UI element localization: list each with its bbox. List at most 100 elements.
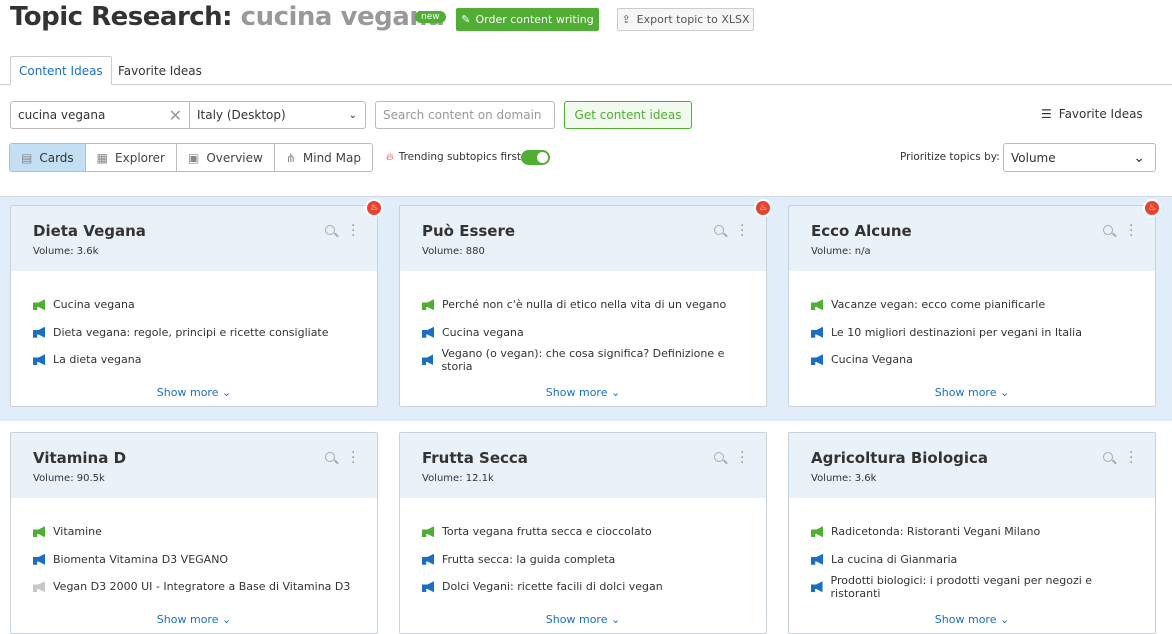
more-options-icon[interactable]: · · · xyxy=(1129,446,1133,470)
card-volume: Volume: n/a xyxy=(811,246,871,257)
view-switcher: ▤ Cards ▦ Explorer ▣ Overview ⋔ Mind Map xyxy=(9,143,373,172)
show-more-link[interactable]: Show more ⌄ xyxy=(400,613,766,633)
list-item[interactable]: Perché non c'è nulla di etico nella vita… xyxy=(422,291,744,319)
favorite-ideas-link[interactable]: ☰ Favorite Ideas xyxy=(1041,107,1143,121)
tab-favorite-ideas[interactable]: Favorite Ideas xyxy=(110,56,210,85)
order-content-writing-button[interactable]: ✎ Order content writing xyxy=(456,8,599,31)
prioritize-label: Prioritize topics by: xyxy=(900,151,1000,163)
chevron-down-icon: ⌄ xyxy=(610,612,621,626)
topic-card[interactable]: Frutta Secca Volume: 12.1k · · · Torta veg… xyxy=(399,432,767,634)
chevron-down-icon: ⌄ xyxy=(1133,149,1145,166)
list-icon: ☰ xyxy=(1041,107,1052,121)
topic-card[interactable]: Agricoltura Biologica Volume: 3.6k · · · R… xyxy=(788,432,1156,634)
search-icon[interactable] xyxy=(325,225,335,235)
megaphone-icon xyxy=(33,354,45,366)
megaphone-icon xyxy=(811,354,823,366)
search-icon[interactable] xyxy=(325,452,335,462)
more-options-icon[interactable]: · · · xyxy=(1129,219,1133,243)
list-item[interactable]: Vacanze vegan: ecco come pianificarle xyxy=(811,291,1133,319)
topic-card[interactable]: Ecco Alcune Volume: n/a · · · Vacanze vega… xyxy=(788,205,1156,407)
list-item[interactable]: Radicetonda: Ristoranti Vegani Milano xyxy=(811,518,1133,546)
clear-icon[interactable]: ✕ xyxy=(169,106,182,125)
card-volume: Volume: 880 xyxy=(422,246,485,257)
megaphone-icon xyxy=(422,581,434,593)
trending-label: Trending subtopics first xyxy=(398,151,522,163)
chevron-down-icon: ⌄ xyxy=(610,385,621,399)
list-item[interactable]: Prodotti biologici: i prodotti vegani pe… xyxy=(811,573,1133,601)
view-overview[interactable]: ▣ Overview xyxy=(177,144,275,171)
tab-content-ideas[interactable]: Content Ideas xyxy=(10,56,112,85)
list-item[interactable]: Vitamine xyxy=(33,518,355,546)
export-xlsx-button[interactable]: ⇪ Export topic to XLSX xyxy=(617,8,754,31)
get-content-ideas-button[interactable]: Get content ideas xyxy=(564,101,692,129)
list-item[interactable]: Dieta vegana: regole, principi e ricette… xyxy=(33,319,355,347)
chevron-down-icon: ⌄ xyxy=(999,385,1010,399)
show-more-link[interactable]: Show more ⌄ xyxy=(11,613,377,633)
fire-icon: 🔥︎ xyxy=(386,151,394,163)
list-item[interactable]: Cucina vegana xyxy=(33,291,355,319)
keyword: cucina vegana xyxy=(240,2,445,32)
list-item[interactable]: Torta vegana frutta secca e cioccolato xyxy=(422,518,744,546)
list-item[interactable]: Frutta secca: la guida completa xyxy=(422,546,744,574)
list-item[interactable]: Cucina vegana xyxy=(422,319,744,347)
card-title: Può Essere xyxy=(422,222,516,240)
megaphone-icon xyxy=(422,326,434,338)
show-more-link[interactable]: Show more ⌄ xyxy=(400,386,766,406)
card-title: Agricoltura Biologica xyxy=(811,449,989,467)
megaphone-icon xyxy=(811,299,823,311)
topic-card[interactable]: Dieta Vegana Volume: 3.6k · · · Cucina veg… xyxy=(10,205,378,407)
chevron-down-icon: ⌄ xyxy=(999,612,1010,626)
more-options-icon[interactable]: · · · xyxy=(351,219,355,243)
edit-icon: ✎ xyxy=(461,13,471,26)
list-item[interactable]: La cucina di Gianmaria xyxy=(811,546,1133,574)
more-options-icon[interactable]: · · · xyxy=(740,219,744,243)
list-item[interactable]: Vegano (o vegan): che cosa significa? De… xyxy=(422,346,744,374)
list-item[interactable]: La dieta vegana xyxy=(33,346,355,374)
megaphone-icon xyxy=(422,354,434,366)
view-cards[interactable]: ▤ Cards xyxy=(10,144,86,171)
new-badge: new xyxy=(415,11,446,23)
list-item[interactable]: Biomenta Vitamina D3 VEGANO xyxy=(33,546,355,574)
view-mind-map[interactable]: ⋔ Mind Map xyxy=(275,144,372,171)
megaphone-icon xyxy=(33,326,45,338)
list-item[interactable]: Le 10 migliori destinazioni per vegani i… xyxy=(811,319,1133,347)
card-title: Vitamina D xyxy=(33,449,127,467)
mindmap-icon: ⋔ xyxy=(285,150,296,165)
overview-icon: ▣ xyxy=(187,150,200,165)
megaphone-icon xyxy=(422,553,434,565)
megaphone-icon xyxy=(811,553,823,565)
topic-card[interactable]: Vitamina D Volume: 90.5k · · · Vitamine Bio… xyxy=(10,432,378,634)
list-item[interactable]: Cucina Vegana xyxy=(811,346,1133,374)
search-icon[interactable] xyxy=(1103,452,1113,462)
search-icon[interactable] xyxy=(714,452,724,462)
trending-toggle[interactable] xyxy=(521,150,550,165)
more-options-icon[interactable]: · · · xyxy=(740,446,744,470)
keyword-input[interactable]: cucina vegana ✕ xyxy=(10,101,190,129)
trending-fire-icon: ♨ xyxy=(1143,199,1161,217)
more-options-icon[interactable]: · · · xyxy=(351,446,355,470)
card-volume: Volume: 12.1k xyxy=(422,473,494,484)
show-more-link[interactable]: Show more ⌄ xyxy=(789,386,1155,406)
card-volume: Volume: 3.6k xyxy=(811,473,877,484)
prioritize-select[interactable]: Volume ⌄ xyxy=(1003,143,1156,172)
domain-search-input[interactable]: Search content on domain xyxy=(375,101,555,129)
search-icon[interactable] xyxy=(714,225,724,235)
card-title: Frutta Secca xyxy=(422,449,528,467)
chevron-down-icon: ⌄ xyxy=(221,385,232,399)
card-title: Dieta Vegana xyxy=(33,222,146,240)
megaphone-icon xyxy=(422,299,434,311)
page-title: Topic Research: cucina vegana xyxy=(10,2,445,32)
chevron-down-icon: ⌄ xyxy=(221,612,232,626)
view-explorer[interactable]: ▦ Explorer xyxy=(86,144,177,171)
database-select[interactable]: Italy (Desktop) ⌄ xyxy=(189,101,366,129)
search-icon[interactable] xyxy=(1103,225,1113,235)
card-title: Ecco Alcune xyxy=(811,222,912,240)
megaphone-icon xyxy=(33,581,45,593)
list-item[interactable]: Dolci Vegani: ricette facili di dolci ve… xyxy=(422,573,744,601)
show-more-link[interactable]: Show more ⌄ xyxy=(11,386,377,406)
upload-icon: ⇪ xyxy=(621,13,631,26)
topic-card[interactable]: Può Essere Volume: 880 · · · Perché non c'… xyxy=(399,205,767,407)
show-more-link[interactable]: Show more ⌄ xyxy=(789,613,1155,633)
list-item[interactable]: Vegan D3 2000 UI - Integratore a Base di… xyxy=(33,573,355,601)
megaphone-icon xyxy=(422,526,434,538)
